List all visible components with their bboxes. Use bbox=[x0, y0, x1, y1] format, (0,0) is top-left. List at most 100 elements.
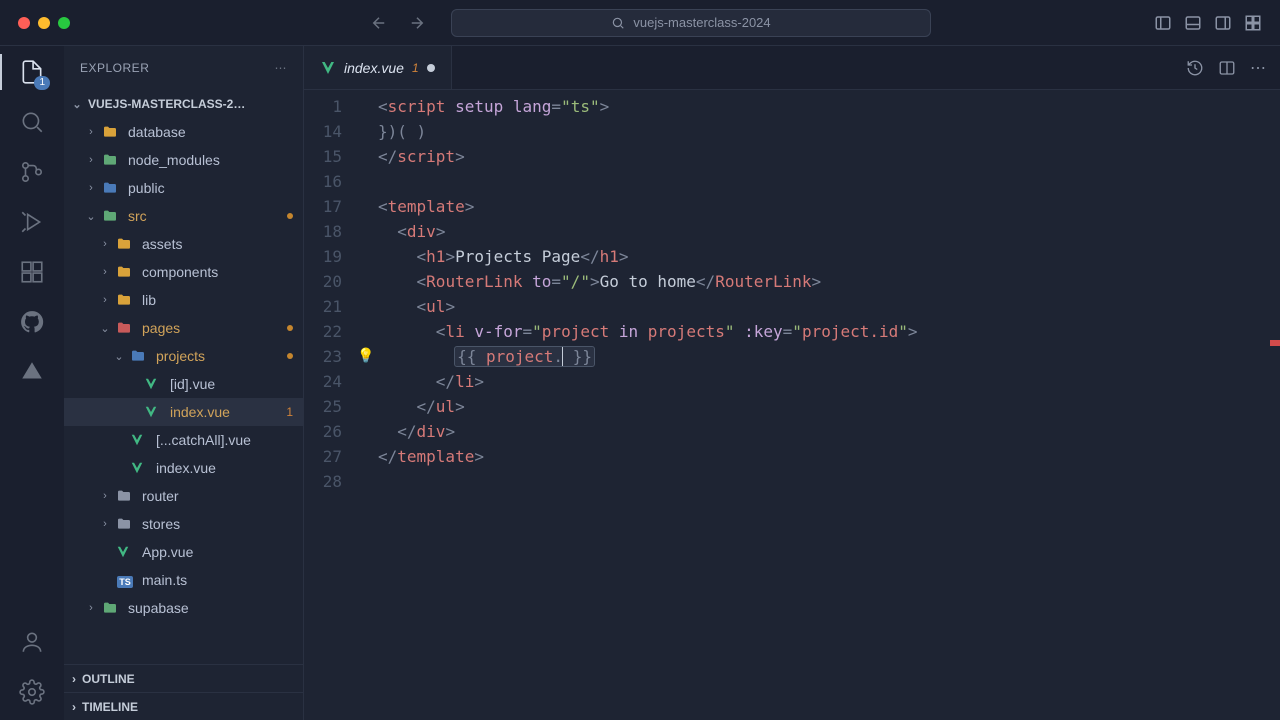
chevron-right-icon: › bbox=[72, 672, 76, 686]
tree-item-main-ts[interactable]: TSmain.ts bbox=[64, 566, 303, 594]
tab-index-vue[interactable]: index.vue 1 bbox=[304, 46, 452, 89]
chevron-icon: ⌄ bbox=[84, 210, 98, 223]
code-line[interactable]: <h1>Projects Page</h1> bbox=[378, 244, 1280, 269]
tree-item-lib[interactable]: ›lib bbox=[64, 286, 303, 314]
search-activity-button[interactable] bbox=[16, 106, 48, 138]
code-line[interactable]: <div> bbox=[378, 219, 1280, 244]
code-line[interactable]: </script> bbox=[378, 144, 1280, 169]
settings-button[interactable] bbox=[16, 676, 48, 708]
modified-dot-icon bbox=[287, 325, 293, 331]
tab-bar: index.vue 1 ⋯ bbox=[304, 46, 1280, 90]
chevron-icon: › bbox=[84, 182, 98, 194]
layout-sidebar-left-icon[interactable] bbox=[1154, 14, 1172, 32]
activity-bar: 1 bbox=[0, 46, 64, 720]
line-number: 17 bbox=[304, 194, 342, 219]
code-line[interactable]: <li v-for="project in projects" :key="pr… bbox=[378, 319, 1280, 344]
unsaved-indicator-icon bbox=[427, 64, 435, 72]
code-editor[interactable]: 1141516171819202122232425262728 💡 <scrip… bbox=[304, 90, 1280, 720]
line-number: 16 bbox=[304, 169, 342, 194]
extensions-activity-button[interactable] bbox=[16, 256, 48, 288]
line-number: 22 bbox=[304, 319, 342, 344]
tree-section-header[interactable]: ⌄ VUEJS-MASTERCLASS-2… bbox=[64, 90, 303, 118]
code-line[interactable]: <script setup lang="ts"> bbox=[378, 94, 1280, 119]
line-number: 1 bbox=[304, 94, 342, 119]
tree-item-----catchall--vue[interactable]: [...catchAll].vue bbox=[64, 426, 303, 454]
explorer-more-button[interactable]: ⋯ bbox=[275, 61, 288, 75]
run-debug-activity-button[interactable] bbox=[16, 206, 48, 238]
file-tree[interactable]: ⌄ VUEJS-MASTERCLASS-2… ›database›node_mo… bbox=[64, 90, 303, 664]
customize-layout-icon[interactable] bbox=[1244, 14, 1262, 32]
tree-item--id--vue[interactable]: [id].vue bbox=[64, 370, 303, 398]
tree-item-label: supabase bbox=[128, 600, 293, 616]
search-icon bbox=[611, 16, 625, 30]
tree-item-label: database bbox=[128, 124, 293, 140]
tree-item-projects[interactable]: ⌄projects bbox=[64, 342, 303, 370]
folder-icon bbox=[116, 320, 134, 336]
folder-icon bbox=[102, 152, 120, 168]
explorer-activity-button[interactable]: 1 bbox=[16, 56, 48, 88]
folder-icon bbox=[116, 292, 134, 308]
tree-item-label: [id].vue bbox=[170, 376, 293, 392]
nav-forward-button[interactable] bbox=[408, 14, 426, 32]
layout-panel-bottom-icon[interactable] bbox=[1184, 14, 1202, 32]
minimize-window-button[interactable] bbox=[38, 17, 50, 29]
section-label: VUEJS-MASTERCLASS-2… bbox=[88, 97, 293, 111]
tree-item-index-vue[interactable]: index.vue1 bbox=[64, 398, 303, 426]
code-line[interactable]: </li> bbox=[378, 369, 1280, 394]
folder-icon bbox=[102, 180, 120, 196]
close-window-button[interactable] bbox=[18, 17, 30, 29]
ts-file-icon: TS bbox=[116, 572, 134, 588]
accounts-button[interactable] bbox=[16, 626, 48, 658]
tree-item-supabase[interactable]: ›supabase bbox=[64, 594, 303, 622]
tree-item-public[interactable]: ›public bbox=[64, 174, 303, 202]
code-content[interactable]: <script setup lang="ts">})( )</script> <t… bbox=[378, 90, 1280, 720]
outline-label: OUTLINE bbox=[82, 672, 135, 686]
code-line[interactable]: })( ) bbox=[378, 119, 1280, 144]
github-activity-button[interactable] bbox=[16, 306, 48, 338]
modified-dot-icon bbox=[287, 353, 293, 359]
explorer-title: EXPLORER bbox=[80, 61, 149, 75]
vue-file-icon bbox=[320, 60, 336, 76]
tree-item-index-vue[interactable]: index.vue bbox=[64, 454, 303, 482]
outline-section[interactable]: › OUTLINE bbox=[64, 664, 303, 692]
editor-more-button[interactable]: ⋯ bbox=[1250, 58, 1266, 78]
source-control-activity-button[interactable] bbox=[16, 156, 48, 188]
lightbulb-icon[interactable]: 💡 bbox=[357, 344, 374, 369]
tree-item-stores[interactable]: ›stores bbox=[64, 510, 303, 538]
tree-item-pages[interactable]: ⌄pages bbox=[64, 314, 303, 342]
code-line[interactable]: <ul> bbox=[378, 294, 1280, 319]
folder-icon bbox=[102, 124, 120, 140]
code-line[interactable]: </ul> bbox=[378, 394, 1280, 419]
minimap-error-marker[interactable] bbox=[1270, 340, 1280, 346]
maximize-window-button[interactable] bbox=[58, 17, 70, 29]
split-editor-button[interactable] bbox=[1218, 59, 1236, 77]
sidebar: EXPLORER ⋯ ⌄ VUEJS-MASTERCLASS-2… ›datab… bbox=[64, 46, 304, 720]
chevron-right-icon: › bbox=[72, 700, 76, 714]
code-line[interactable] bbox=[378, 469, 1280, 494]
history-button[interactable] bbox=[1186, 59, 1204, 77]
code-line[interactable]: </template> bbox=[378, 444, 1280, 469]
tree-item-assets[interactable]: ›assets bbox=[64, 230, 303, 258]
code-line[interactable]: <template> bbox=[378, 194, 1280, 219]
tree-item-router[interactable]: ›router bbox=[64, 482, 303, 510]
code-line[interactable]: {{ project. }} bbox=[378, 344, 1280, 369]
command-search-bar[interactable]: vuejs-masterclass-2024 bbox=[451, 9, 931, 37]
tree-item-components[interactable]: ›components bbox=[64, 258, 303, 286]
nav-back-button[interactable] bbox=[370, 14, 388, 32]
tree-item-label: [...catchAll].vue bbox=[156, 432, 293, 448]
code-line[interactable]: </div> bbox=[378, 419, 1280, 444]
timeline-section[interactable]: › TIMELINE bbox=[64, 692, 303, 720]
layout-sidebar-right-icon[interactable] bbox=[1214, 14, 1232, 32]
code-line[interactable] bbox=[378, 169, 1280, 194]
ai-activity-button[interactable] bbox=[16, 356, 48, 388]
tree-item-app-vue[interactable]: App.vue bbox=[64, 538, 303, 566]
hint-gutter: 💡 bbox=[354, 90, 378, 720]
chevron-down-icon: ⌄ bbox=[70, 98, 84, 111]
line-number: 23 bbox=[304, 344, 342, 369]
editor-area: index.vue 1 ⋯ 11415161718192021222324252… bbox=[304, 46, 1280, 720]
line-number: 26 bbox=[304, 419, 342, 444]
tree-item-database[interactable]: ›database bbox=[64, 118, 303, 146]
code-line[interactable]: <RouterLink to="/">Go to home</RouterLin… bbox=[378, 269, 1280, 294]
tree-item-src[interactable]: ⌄src bbox=[64, 202, 303, 230]
tree-item-node-modules[interactable]: ›node_modules bbox=[64, 146, 303, 174]
